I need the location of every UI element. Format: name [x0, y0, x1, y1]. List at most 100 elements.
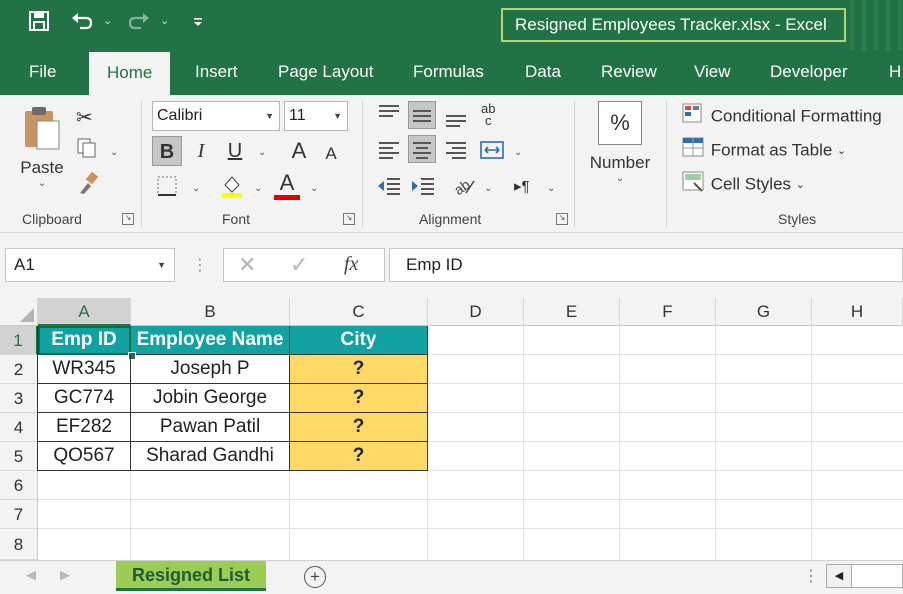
number-format-button[interactable]: % Number ⌄ — [586, 101, 654, 201]
customize-qat-icon[interactable] — [192, 10, 204, 41]
copy-icon[interactable] — [76, 137, 98, 162]
table-cell[interactable]: WR345 — [38, 355, 131, 384]
bottom-align-icon[interactable] — [442, 101, 470, 129]
text-direction-icon[interactable]: ▸¶ — [514, 177, 530, 195]
underline-button[interactable]: U — [220, 136, 250, 166]
cancel-icon[interactable]: ✕ — [238, 252, 256, 278]
alignment-launcher-icon[interactable]: ↘ — [556, 213, 568, 225]
scroll-left-icon[interactable]: ◀ — [827, 565, 852, 587]
scroll-sheets-right-icon[interactable]: ▶ — [60, 567, 70, 583]
table-cell[interactable]: Joseph P — [131, 355, 290, 384]
tab-review[interactable]: Review — [601, 50, 657, 95]
align-right-icon[interactable] — [442, 137, 470, 165]
undo-dropdown-icon[interactable]: ⌄ — [103, 14, 112, 27]
undo-icon[interactable] — [70, 10, 94, 40]
borders-dropdown-icon[interactable]: ⌄ — [192, 183, 200, 194]
table-cell-city[interactable]: ? — [290, 355, 428, 384]
shrink-font-button[interactable]: A — [316, 139, 346, 169]
scroll-sheets-left-icon[interactable]: ◀ — [26, 567, 36, 583]
fill-color-dropdown-icon[interactable]: ⌄ — [254, 183, 262, 194]
bold-button[interactable]: B — [152, 136, 182, 166]
conditional-formatting-button[interactable]: Conditional Formatting — [682, 103, 882, 130]
paste-button[interactable]: Paste ⌄ — [18, 103, 66, 189]
wrap-text-icon[interactable]: ab c — [481, 102, 495, 127]
tab-insert[interactable]: Insert — [195, 50, 238, 95]
row-header-1[interactable]: 1 — [0, 326, 38, 355]
text-direction-dropdown-icon[interactable]: ⌄ — [547, 183, 555, 194]
column-header-b[interactable]: B — [131, 298, 290, 326]
worksheet-grid[interactable]: A B C D E F G H 1 2 3 4 5 6 7 8 Emp ID E… — [0, 298, 903, 560]
tab-view[interactable]: View — [694, 50, 731, 95]
add-sheet-icon[interactable]: + — [304, 566, 326, 588]
column-header-f[interactable]: F — [620, 298, 716, 326]
font-color-button[interactable]: A — [274, 171, 300, 200]
column-header-d[interactable]: D — [428, 298, 524, 326]
tab-more[interactable]: H — [889, 50, 901, 95]
insert-function-icon[interactable]: fx — [344, 253, 358, 276]
underline-dropdown-icon[interactable]: ⌄ — [258, 147, 266, 158]
column-header-a[interactable]: A — [38, 298, 131, 326]
merge-dropdown-icon[interactable]: ⌄ — [514, 147, 522, 158]
table-cell[interactable]: QO567 — [38, 442, 131, 471]
middle-align-icon[interactable] — [408, 101, 436, 129]
tab-file[interactable]: File — [29, 50, 56, 95]
clipboard-launcher-icon[interactable]: ↘ — [122, 213, 134, 225]
align-left-icon[interactable] — [375, 137, 403, 165]
name-box[interactable]: A1 ▼ — [5, 248, 175, 282]
redo-dropdown-icon[interactable]: ⌄ — [160, 14, 169, 27]
horizontal-scrollbar[interactable]: ◀ — [826, 564, 903, 588]
table-cell[interactable]: Jobin George — [131, 384, 290, 413]
cut-icon[interactable]: ✂ — [76, 105, 93, 130]
table-cell[interactable]: EF282 — [38, 413, 131, 442]
table-header-emp-id[interactable]: Emp ID — [38, 326, 131, 355]
formula-input[interactable]: Emp ID — [389, 248, 903, 282]
borders-icon[interactable] — [156, 175, 178, 200]
row-header-4[interactable]: 4 — [0, 413, 38, 442]
redo-icon[interactable] — [127, 10, 151, 40]
tab-formulas[interactable]: Formulas — [413, 50, 484, 95]
column-header-c[interactable]: C — [290, 298, 428, 326]
font-size-select[interactable]: 11 ▼ — [284, 101, 348, 131]
orientation-icon[interactable]: ab — [451, 175, 476, 202]
row-header-5[interactable]: 5 — [0, 442, 38, 471]
table-cell-city[interactable]: ? — [290, 384, 428, 413]
column-header-e[interactable]: E — [524, 298, 620, 326]
table-cell-city[interactable]: ? — [290, 413, 428, 442]
format-painter-icon[interactable] — [76, 171, 100, 198]
merge-center-icon[interactable] — [479, 139, 505, 164]
table-header-employee-name[interactable]: Employee Name — [131, 326, 290, 355]
tab-splitter-icon[interactable]: ⋮ — [803, 566, 819, 586]
decrease-indent-icon[interactable] — [376, 175, 402, 200]
font-launcher-icon[interactable]: ↘ — [343, 213, 355, 225]
table-cell-city[interactable]: ? — [290, 442, 428, 471]
format-as-table-button[interactable]: Format as Table ⌄ — [682, 137, 846, 164]
row-header-2[interactable]: 2 — [0, 355, 38, 384]
copy-dropdown-icon[interactable]: ⌄ — [110, 147, 118, 158]
save-icon[interactable] — [28, 10, 50, 40]
row-header-8[interactable]: 8 — [0, 529, 38, 560]
select-all-corner[interactable] — [0, 298, 38, 326]
top-align-icon[interactable] — [375, 101, 403, 129]
align-center-icon[interactable] — [408, 135, 436, 163]
tab-home[interactable]: Home — [89, 52, 171, 95]
table-header-city[interactable]: City — [290, 326, 428, 355]
font-color-dropdown-icon[interactable]: ⌄ — [310, 183, 318, 194]
cell-styles-button[interactable]: Cell Styles ⌄ — [682, 171, 805, 198]
table-cell[interactable]: Pawan Patil — [131, 413, 290, 442]
grow-font-button[interactable]: A — [284, 136, 314, 166]
tab-page-layout[interactable]: Page Layout — [278, 50, 373, 95]
row-header-3[interactable]: 3 — [0, 384, 38, 413]
column-header-h[interactable]: H — [812, 298, 903, 326]
orientation-dropdown-icon[interactable]: ⌄ — [484, 183, 492, 194]
column-header-g[interactable]: G — [716, 298, 812, 326]
tab-data[interactable]: Data — [525, 50, 561, 95]
fill-color-icon[interactable] — [220, 173, 244, 202]
row-header-7[interactable]: 7 — [0, 500, 38, 529]
tab-developer[interactable]: Developer — [770, 50, 848, 95]
font-name-select[interactable]: Calibri ▼ — [152, 101, 280, 131]
italic-button[interactable]: I — [186, 136, 216, 166]
row-header-6[interactable]: 6 — [0, 471, 38, 500]
sheet-tab-resigned-list[interactable]: Resigned List — [116, 561, 266, 591]
table-cell[interactable]: GC774 — [38, 384, 131, 413]
table-cell[interactable]: Sharad Gandhi — [131, 442, 290, 471]
